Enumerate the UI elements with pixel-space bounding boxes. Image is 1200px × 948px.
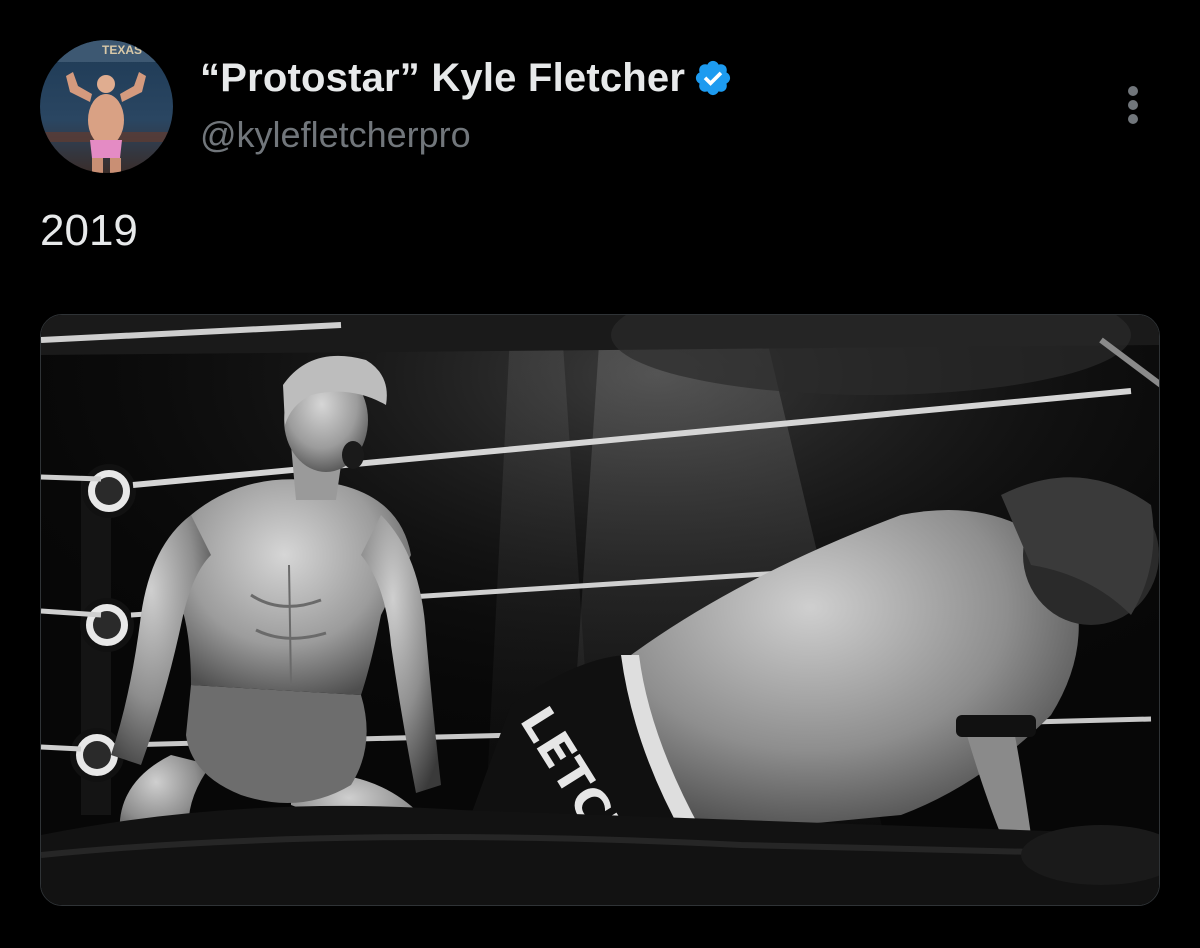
author-display-name[interactable]: “Protostar” Kyle Fletcher bbox=[200, 56, 685, 101]
author-handle[interactable]: @kylefletcherpro bbox=[200, 114, 733, 156]
tweet-text: 2019 bbox=[40, 206, 138, 255]
svg-text:TEXAS: TEXAS bbox=[102, 43, 142, 57]
name-row: “Protostar” Kyle Fletcher bbox=[200, 50, 733, 106]
author-avatar[interactable]: TEXAS bbox=[40, 40, 173, 173]
author-info: “Protostar” Kyle Fletcher @kylefletcherp… bbox=[200, 50, 733, 156]
verified-badge-icon[interactable] bbox=[693, 58, 733, 98]
tweet: TEXAS “Protostar” Kyle Fletcher @kylefle… bbox=[0, 0, 1200, 948]
more-options-icon[interactable] bbox=[1112, 80, 1156, 130]
tweet-photo[interactable]: LETCHE bbox=[40, 314, 1160, 906]
